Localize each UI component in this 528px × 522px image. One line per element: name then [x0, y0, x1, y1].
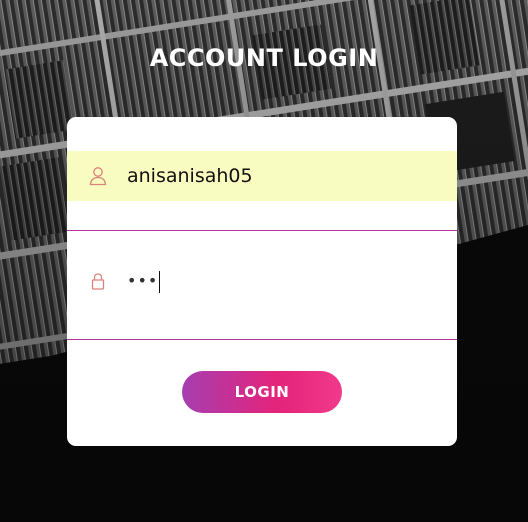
password-field[interactable]: ••• [67, 256, 457, 306]
username-field[interactable]: anisanisah05 [67, 151, 457, 201]
login-card: anisanisah05 ••• LOGIN [67, 117, 457, 446]
divider [67, 230, 457, 231]
password-mask: ••• [127, 271, 159, 290]
username-value[interactable]: anisanisah05 [127, 164, 253, 188]
text-caret [159, 270, 161, 293]
divider [67, 339, 457, 340]
login-page: ACCOUNT LOGIN anisanisah05 ••• LOGIN [0, 0, 528, 522]
lock-icon [91, 273, 105, 290]
user-icon [89, 167, 107, 186]
password-value[interactable]: ••• [127, 269, 161, 293]
page-title: ACCOUNT LOGIN [149, 44, 379, 72]
login-button[interactable]: LOGIN [182, 371, 342, 413]
